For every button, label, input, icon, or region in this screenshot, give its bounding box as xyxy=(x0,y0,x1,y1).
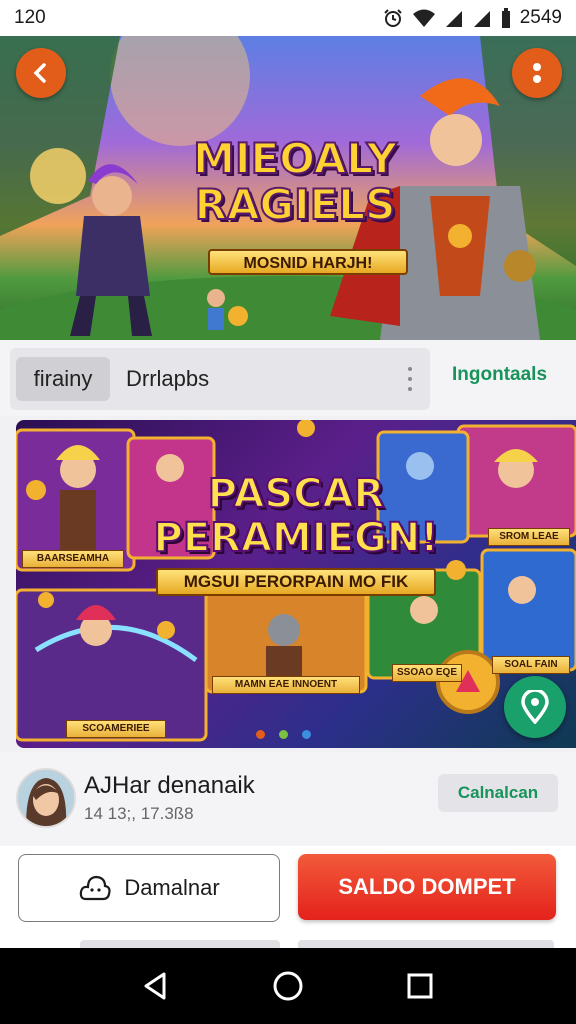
peek-card xyxy=(80,940,280,948)
secondary-button-label: Damalnar xyxy=(124,875,220,900)
battery-icon xyxy=(501,8,510,28)
peek-card xyxy=(298,940,554,948)
hero-title: MIEOALY RAGIELS xyxy=(192,134,398,229)
more-vertical-icon[interactable] xyxy=(402,364,418,394)
triangle-back-icon xyxy=(144,972,166,1000)
primary-button[interactable]: SALDO DOMPET xyxy=(298,854,556,920)
nav-back-button[interactable] xyxy=(136,966,176,1006)
status-bar: 120 2549 xyxy=(0,0,576,36)
status-icons: 2549 xyxy=(382,7,562,29)
action-bar: Damalnar SALDO DOMPET xyxy=(0,846,576,948)
card-label: SROM LEAE xyxy=(488,528,570,546)
action-chip[interactable]: Calnalcan xyxy=(438,774,558,812)
hero-banner[interactable]: MIEOALY RAGIELS MOSNID HARJH! xyxy=(0,36,576,340)
card-label: MAMN EAE INNOENT xyxy=(212,676,360,694)
status-right-text: 2549 xyxy=(519,7,562,28)
user-name: AJHar denanaik xyxy=(84,772,255,799)
back-button[interactable] xyxy=(16,48,66,98)
user-row: AJHar denanaik 14 13;, 17.3ß8 Calnalcan xyxy=(0,752,576,846)
carousel-dot[interactable] xyxy=(302,730,311,739)
tabs-row: firainy Drrlapbs Ingontaals xyxy=(0,340,576,416)
signal-icon xyxy=(445,11,462,27)
carousel-dot[interactable] xyxy=(279,730,288,739)
system-nav-bar xyxy=(0,948,576,1024)
cloud-icon xyxy=(80,875,111,901)
banner-title: PASCAR PERAMIEGN! xyxy=(153,471,440,561)
alarm-icon xyxy=(384,9,402,27)
chevron-left-icon xyxy=(33,63,46,83)
secondary-button[interactable]: Damalnar xyxy=(18,854,280,922)
signal-icon xyxy=(473,11,490,27)
status-time: 120 xyxy=(14,7,46,28)
card-label: SOAL FAIN xyxy=(492,656,570,674)
carousel-dots[interactable] xyxy=(256,730,311,739)
more-button[interactable] xyxy=(512,48,562,98)
wifi-icon xyxy=(412,9,435,27)
location-pin-icon xyxy=(521,690,549,724)
hero-subtitle: MOSNID HARJH! xyxy=(208,249,408,275)
tab-active[interactable]: firainy xyxy=(16,357,110,401)
avatar-image xyxy=(18,770,74,826)
location-button[interactable] xyxy=(504,676,566,738)
circle-home-icon xyxy=(273,971,303,1001)
banner-subtitle: MGSUI PERORPAIN MO FIK xyxy=(156,568,436,596)
promo-banner[interactable]: PASCAR PERAMIEGN! MGSUI PERORPAIN MO FIK… xyxy=(16,420,576,748)
tab-link[interactable]: Ingontaals xyxy=(452,364,547,386)
nav-home-button[interactable] xyxy=(268,966,308,1006)
user-meta: 14 13;, 17.3ß8 xyxy=(84,804,194,823)
card-label: SCOAMERIEE xyxy=(66,720,166,738)
avatar[interactable] xyxy=(16,768,76,828)
tab-second[interactable]: Drrlapbs xyxy=(126,357,209,401)
nav-recents-button[interactable] xyxy=(400,966,440,1006)
card-label: BAARSEAMHA xyxy=(22,550,124,568)
card-label: SSOAO EQE xyxy=(392,664,462,682)
carousel-dot[interactable] xyxy=(256,730,265,739)
tab-group: firainy Drrlapbs xyxy=(10,348,430,410)
square-recents-icon xyxy=(407,973,433,999)
more-vertical-icon xyxy=(533,63,541,83)
